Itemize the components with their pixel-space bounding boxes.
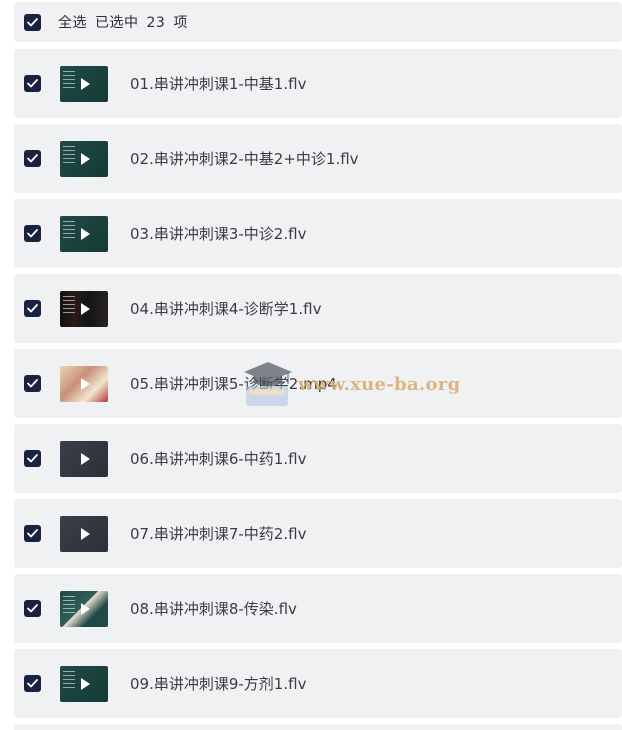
file-row[interactable]: 04.串讲冲刺课4-诊断学1.flv xyxy=(14,274,622,343)
checkmark-icon xyxy=(27,79,38,88)
file-checkbox[interactable] xyxy=(24,525,41,542)
checkmark-icon xyxy=(27,604,38,613)
checkmark-icon xyxy=(27,454,38,463)
video-thumbnail[interactable] xyxy=(60,65,108,102)
file-name[interactable]: 03.串讲冲刺课3-中诊2.flv xyxy=(130,223,306,244)
play-icon xyxy=(81,452,90,465)
file-name[interactable]: 01.串讲冲刺课1-中基1.flv xyxy=(130,73,306,94)
checkmark-icon xyxy=(27,304,38,313)
play-icon xyxy=(81,302,90,315)
file-checkbox[interactable] xyxy=(24,150,41,167)
next-row-partial[interactable] xyxy=(14,724,622,730)
file-name[interactable]: 09.串讲冲刺课9-方剂1.flv xyxy=(130,673,306,694)
file-checkbox[interactable] xyxy=(24,450,41,467)
selected-prefix: 已选中 xyxy=(95,15,139,31)
video-thumbnail[interactable] xyxy=(60,440,108,477)
play-icon xyxy=(81,677,90,690)
slide-text-lines xyxy=(63,670,75,691)
checkmark-icon xyxy=(27,17,38,26)
file-checkbox[interactable] xyxy=(24,675,41,692)
file-checkbox[interactable] xyxy=(24,75,41,92)
file-name[interactable]: 05.串讲冲刺课5-诊断学2.mp4 xyxy=(130,373,337,394)
play-icon xyxy=(81,152,90,165)
file-row[interactable]: 06.串讲冲刺课6-中药1.flv xyxy=(14,424,622,493)
select-all-checkbox[interactable] xyxy=(24,13,41,31)
selected-count: 23 xyxy=(146,15,166,31)
file-name[interactable]: 04.串讲冲刺课4-诊断学1.flv xyxy=(130,298,321,319)
video-thumbnail[interactable] xyxy=(60,365,108,402)
file-row[interactable]: 02.串讲冲刺课2-中基2+中诊1.flv xyxy=(14,124,622,193)
play-icon xyxy=(81,527,90,540)
checkmark-icon xyxy=(27,154,38,163)
file-name[interactable]: 06.串讲冲刺课6-中药1.flv xyxy=(130,448,306,469)
play-icon xyxy=(81,77,90,90)
slide-text-lines xyxy=(63,595,75,616)
video-thumbnail[interactable] xyxy=(60,290,108,327)
file-row[interactable]: 09.串讲冲刺课9-方剂1.flv xyxy=(14,649,622,718)
checkmark-icon xyxy=(27,229,38,238)
file-row[interactable]: 05.串讲冲刺课5-诊断学2.mp4 xyxy=(14,349,622,418)
checkmark-icon xyxy=(27,679,38,688)
file-row[interactable]: 07.串讲冲刺课7-中药2.flv xyxy=(14,499,622,568)
file-list: 01.串讲冲刺课1-中基1.flv 02.串讲冲刺课2-中基2+中诊1.flv 03… xyxy=(14,49,622,724)
video-thumbnail[interactable] xyxy=(60,515,108,552)
file-checkbox[interactable] xyxy=(24,225,41,242)
file-checkbox[interactable] xyxy=(24,300,41,317)
play-icon xyxy=(81,227,90,240)
file-name[interactable]: 07.串讲冲刺课7-中药2.flv xyxy=(130,523,306,544)
video-thumbnail[interactable] xyxy=(60,665,108,702)
slide-text-lines xyxy=(63,220,75,241)
slide-text-lines xyxy=(63,145,75,166)
select-all-bar: 全选 已选中 23 项 xyxy=(14,2,622,42)
checkmark-icon xyxy=(27,379,38,388)
video-thumbnail[interactable] xyxy=(60,590,108,627)
video-thumbnail[interactable] xyxy=(60,215,108,252)
checkmark-icon xyxy=(27,529,38,538)
play-icon xyxy=(81,602,90,615)
slide-text-lines xyxy=(63,295,75,316)
file-name[interactable]: 08.串讲冲刺课8-传染.flv xyxy=(130,598,297,619)
file-row[interactable]: 03.串讲冲刺课3-中诊2.flv xyxy=(14,199,622,268)
file-row[interactable]: 01.串讲冲刺课1-中基1.flv xyxy=(14,49,622,118)
video-thumbnail[interactable] xyxy=(60,140,108,177)
play-icon xyxy=(81,377,90,390)
selection-summary: 全选 已选中 23 项 xyxy=(58,12,196,32)
file-row[interactable]: 08.串讲冲刺课8-传染.flv xyxy=(14,574,622,643)
selected-suffix: 项 xyxy=(173,15,188,31)
file-checkbox[interactable] xyxy=(24,375,41,392)
file-name[interactable]: 02.串讲冲刺课2-中基2+中诊1.flv xyxy=(130,148,359,169)
slide-text-lines xyxy=(63,70,75,91)
file-checkbox[interactable] xyxy=(24,600,41,617)
select-all-label: 全选 xyxy=(58,15,87,31)
